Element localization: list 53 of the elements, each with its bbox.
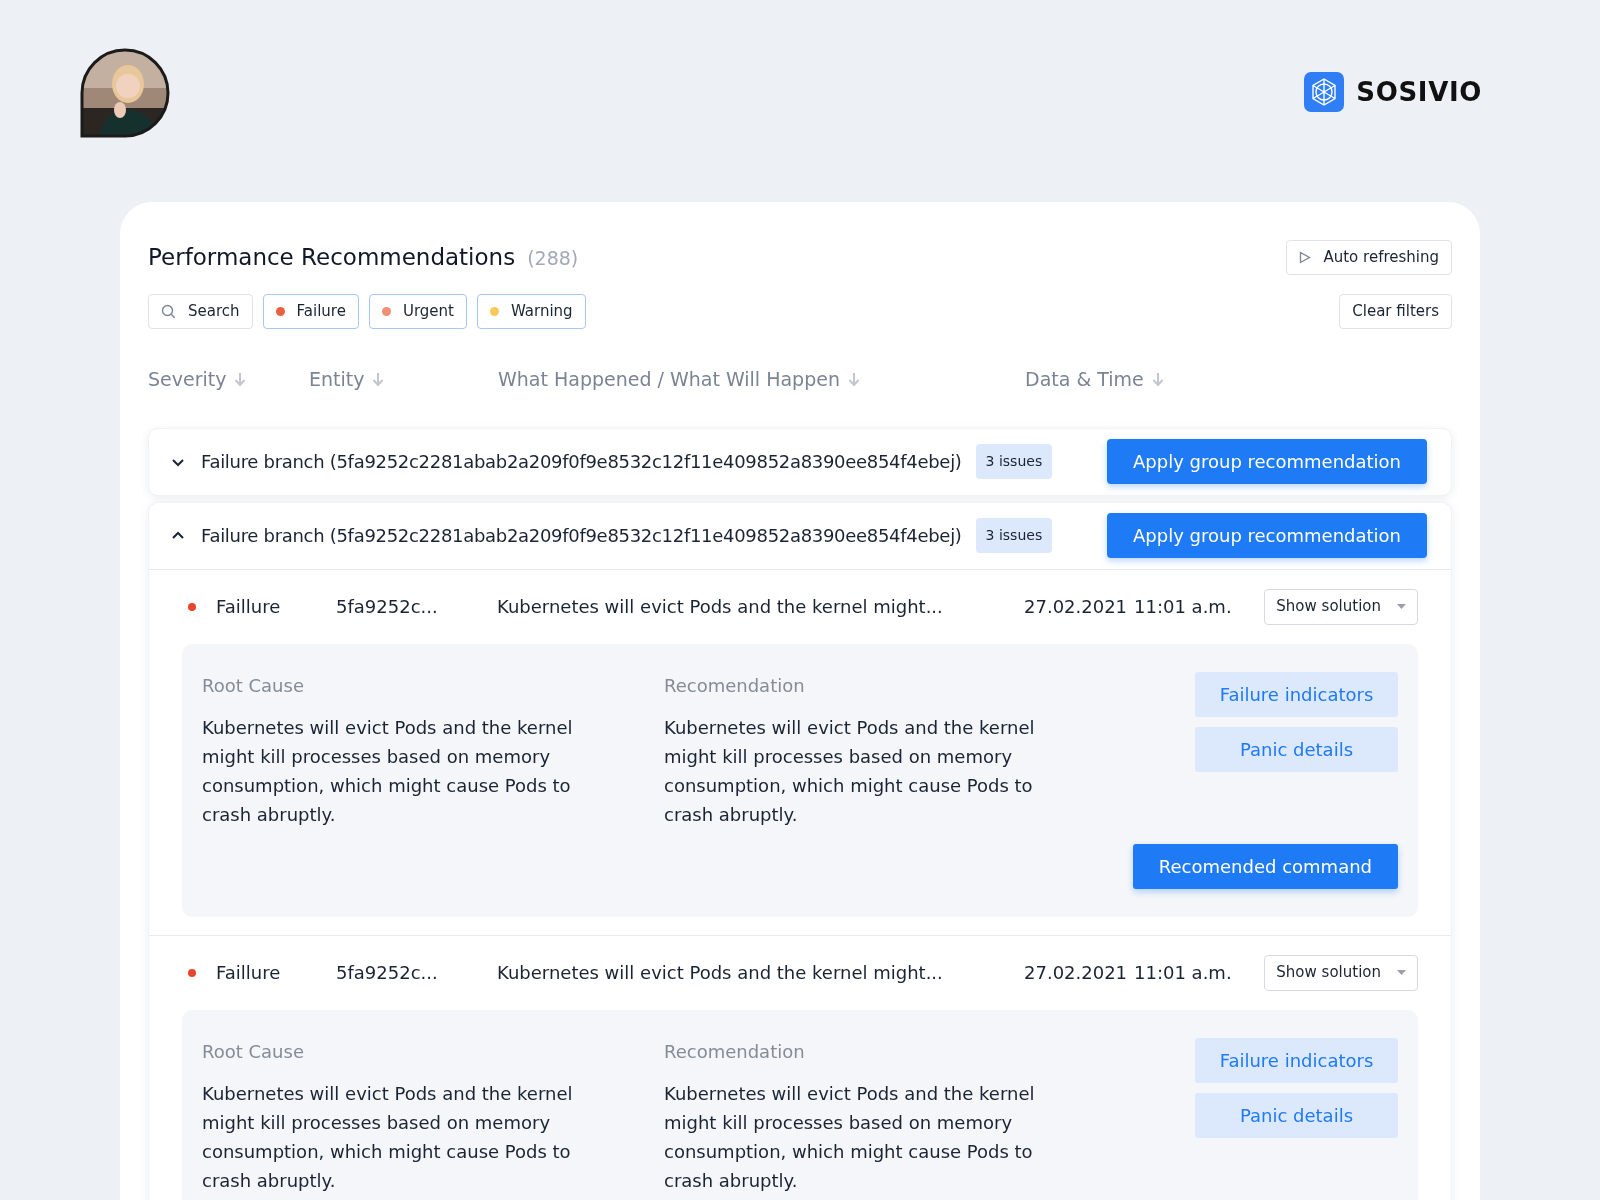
caret-icon (1397, 970, 1406, 975)
secondary-button[interactable]: Panic details (1195, 726, 1398, 772)
filter-tag[interactable]: Failure (262, 294, 359, 329)
section-label: Root Cause (202, 673, 305, 698)
section-label: Recomendation (664, 1039, 806, 1064)
section-label: Root Cause (202, 1039, 305, 1064)
issue-count-badge: 3 issues (975, 518, 1053, 553)
severity-text: Faillure (216, 961, 282, 985)
search-field[interactable]: Search (148, 294, 253, 329)
column-header[interactable]: Severity (148, 365, 247, 394)
panel-title: Performance Recommendations (148, 243, 516, 273)
sort-arrow-icon (372, 371, 385, 387)
filter-tag[interactable]: Warning (476, 294, 586, 329)
recommendation-text: Kubernetes will evict Pods and the kernel might kill processes based on memory consumption, which might cause Pods to crash abruptly. (664, 1081, 1036, 1193)
recommendation-text: Kubernetes will evict Pods and the kernel might kill processes based on memory consumption, which might cause Pods to crash abruptly. (664, 715, 1036, 827)
filter-tag[interactable]: Urgent (368, 294, 467, 329)
brand-name: SOSIVIO (1356, 75, 1482, 109)
secondary-button[interactable]: Panic details (1195, 1092, 1398, 1138)
show-solution-dropdown[interactable]: Show solution (1264, 954, 1418, 991)
group-title: Failure branch (5fa9252c2281abab2a209f0f9e8532c12f11e409852a8390ee854f4ebej) (201, 524, 962, 548)
apply-group-button[interactable]: Apply group recommendation (1107, 439, 1427, 484)
time-text: 11:01 a.m. (1134, 595, 1233, 619)
time-text: 11:01 a.m. (1134, 961, 1233, 985)
apply-group-button[interactable]: Apply group recommendation (1107, 513, 1427, 558)
date-text: 27.02.2021 (1024, 961, 1129, 985)
event-text: Kubernetes will evict Pods and the kernel might... (497, 595, 944, 619)
severity-text: Faillure (216, 595, 282, 619)
result-count: (288) (527, 246, 579, 272)
search-icon (161, 304, 176, 319)
column-header[interactable]: What Happened / What Will Happen (498, 365, 860, 394)
play-icon (1299, 251, 1312, 264)
root-cause-text: Kubernetes will evict Pods and the kernel might kill processes based on memory consumption, which might cause Pods to crash abruptly. (202, 1081, 574, 1193)
recommended-command-button[interactable]: Recomended command (1132, 843, 1398, 889)
group-title: Failure branch (5fa9252c2281abab2a209f0f9e8532c12f11e409852a8390ee854f4ebej) (201, 450, 962, 474)
secondary-button[interactable]: Failure indicators (1195, 1037, 1398, 1083)
sort-arrow-icon (1151, 371, 1164, 387)
section-label: Recomendation (664, 673, 806, 698)
secondary-button[interactable]: Failure indicators (1195, 671, 1398, 717)
entity-text: 5fa9252c... (336, 961, 439, 985)
sort-arrow-icon (847, 371, 860, 387)
issue-count-badge: 3 issues (975, 444, 1053, 479)
column-header[interactable]: Data & Time (1025, 365, 1164, 394)
sort-arrow-icon (234, 371, 247, 387)
show-solution-dropdown[interactable]: Show solution (1264, 588, 1418, 625)
entity-text: 5fa9252c... (336, 595, 439, 619)
column-header[interactable]: Entity (309, 365, 385, 394)
caret-icon (1397, 604, 1406, 609)
auto-refresh-button[interactable]: Auto refreshing (1286, 240, 1452, 275)
root-cause-text: Kubernetes will evict Pods and the kernel might kill processes based on memory consumption, which might cause Pods to crash abruptly. (202, 715, 574, 827)
date-text: 27.02.2021 (1024, 595, 1129, 619)
event-text: Kubernetes will evict Pods and the kernel might... (497, 961, 944, 985)
clear-filters-button[interactable]: Clear filters (1339, 294, 1452, 329)
logo-icon (1304, 72, 1345, 112)
